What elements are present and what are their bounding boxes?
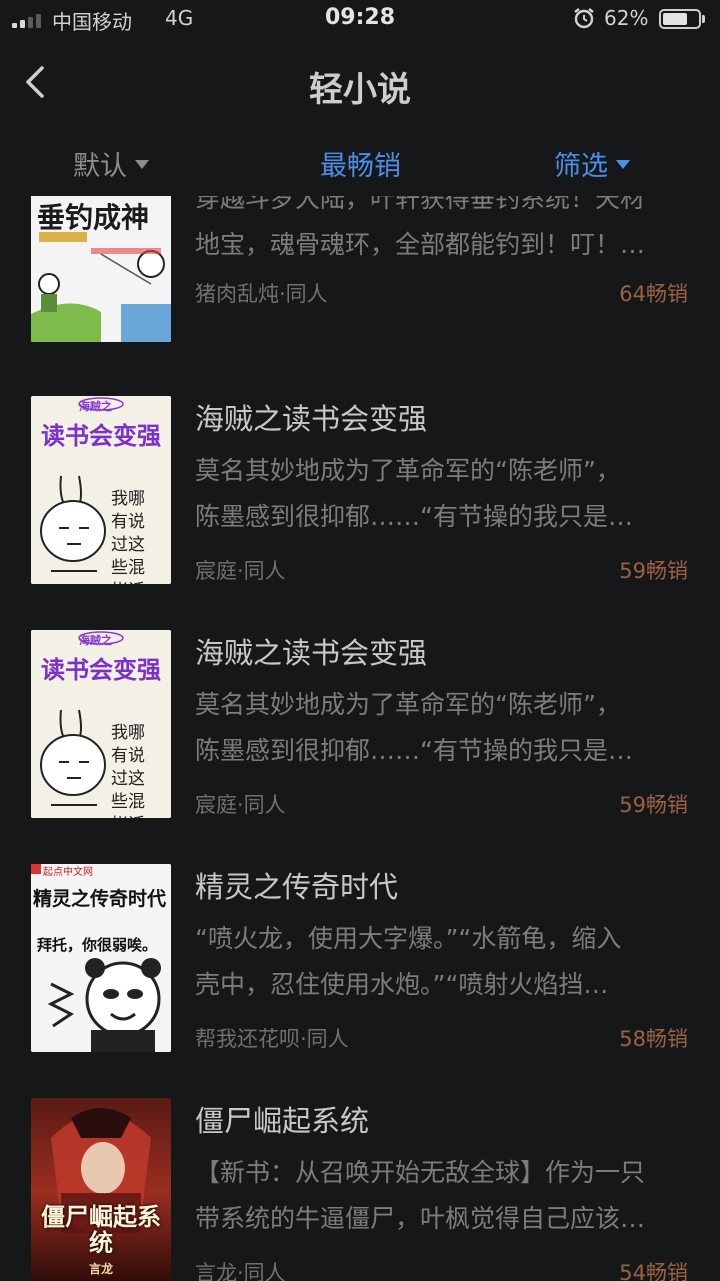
cover-title: 精灵之传奇时代 [33, 888, 167, 910]
dropdown-triangle-icon [135, 160, 149, 169]
book-author: 宸庭·同人 [195, 559, 286, 583]
book-author: 宸庭·同人 [195, 793, 286, 817]
battery-tip [702, 15, 705, 23]
page-title: 轻小说 [309, 70, 411, 110]
cover-title: 垂钓成神 [37, 201, 150, 234]
book-title: 海贼之读书会变强 [195, 636, 428, 670]
book-list-item[interactable]: 起点中文网 精灵之传奇时代 拜托，你很弱唉。 精灵之传奇时代 “喷火龙，使用大字… [0, 864, 720, 1098]
cover-badge: 海贼之 [79, 634, 112, 647]
book-sales: 59畅销 [619, 559, 688, 583]
status-bar: 中国移动 4G 09:28 62% [0, 0, 720, 40]
description-line: 莫名其妙地成为了革命军的“陈老师”， [195, 690, 621, 719]
description-line: “喷火龙，使用大字爆。”“水箭龟，缩入 [195, 924, 622, 953]
cover-text: 我哪有说过这些混帐话 [111, 489, 145, 584]
book-list-item[interactable]: 僵尸崛起系统 言龙 僵尸崛起系统 【新书：从召唤开始无敌全球】作为一只 带系统的… [0, 1098, 720, 1281]
book-cover: 起点中文网 精灵之传奇时代 拜托，你很弱唉。 [31, 864, 171, 1052]
sort-bestseller-label: 最畅销 [320, 151, 401, 182]
dropdown-triangle-icon [616, 160, 630, 169]
description-line: 莫名其妙地成为了革命军的“陈老师”， [195, 456, 621, 485]
description-line: 陈墨感到很抑郁……“有节操的我只是… [195, 736, 633, 765]
cover-author: 言龙 [89, 1262, 114, 1276]
cover-title: 读书会变强 [41, 421, 161, 450]
cover-text: 我哪有说过这些混帐话 [111, 723, 145, 818]
cover-text: 拜托，你很弱唉。 [37, 936, 158, 954]
book-description: 【新书：从召唤开始无敌全球】作为一只 带系统的牛逼僵尸，叶枫觉得自己应该… [195, 1150, 690, 1242]
book-cover: 垂钓成神 [31, 196, 171, 342]
book-list-item[interactable]: 海贼之 读书会变强 我哪有说过这些混帐话 海贼之读书会变强 莫名其妙地成为了革命… [0, 396, 720, 630]
cover-title: 僵尸崛起系统 [41, 1202, 161, 1257]
book-list-item[interactable]: 垂钓成神 穿越斗罗大陆，叶轩获得垂钓系统！天材 地宝，魂骨魂环，全部都能钓到！叮… [0, 196, 720, 388]
description-line: 【新书：从召唤开始无敌全球】作为一只 [195, 1158, 646, 1187]
book-author: 帮我还花呗·同人 [195, 1027, 349, 1051]
book-sales: 58畅销 [619, 1027, 688, 1051]
filter-label: 筛选 [554, 151, 608, 182]
book-list-item[interactable]: 海贼之 读书会变强 我哪有说过这些混帐话 海贼之读书会变强 莫名其妙地成为了革命… [0, 630, 720, 864]
filter-dropdown[interactable]: 筛选 [554, 144, 630, 183]
sort-default-dropdown[interactable]: 默认 [73, 144, 149, 183]
book-author: 言龙·同人 [195, 1261, 286, 1281]
cover-publisher: 起点中文网 [43, 867, 93, 878]
book-cover: 海贼之 读书会变强 我哪有说过这些混帐话 [31, 396, 171, 584]
book-sales: 64畅销 [619, 282, 688, 306]
cover-title: 读书会变强 [41, 655, 161, 684]
description-line: 带系统的牛逼僵尸，叶枫觉得自己应该… [195, 1204, 646, 1233]
alarm-icon [574, 8, 594, 29]
book-description: 莫名其妙地成为了革命军的“陈老师”， 陈墨感到很抑郁……“有节操的我只是… [195, 448, 690, 540]
description-line: 陈墨感到很抑郁……“有节操的我只是… [195, 502, 633, 531]
book-title: 僵尸崛起系统 [195, 1104, 370, 1138]
sort-filter-bar: 默认 最畅销 筛选 [0, 128, 720, 196]
book-sales: 54畅销 [619, 1261, 688, 1281]
battery-icon [659, 9, 701, 29]
book-sales: 59畅销 [619, 793, 688, 817]
book-title: 海贼之读书会变强 [195, 402, 428, 436]
book-description: “喷火龙，使用大字爆。”“水箭龟，缩入 壳中，忍住使用水炮。”“喷射火焰挡… [195, 916, 690, 1008]
cover-badge: 海贼之 [79, 400, 112, 413]
book-description: 穿越斗罗大陆，叶轩获得垂钓系统！天材 地宝，魂骨魂环，全部都能钓到！叮！… [195, 196, 690, 268]
book-list: 垂钓成神 穿越斗罗大陆，叶轩获得垂钓系统！天材 地宝，魂骨魂环，全部都能钓到！叮… [0, 196, 720, 1281]
nav-bar: 轻小说 [0, 40, 720, 128]
book-author: 猪肉乱炖·同人 [195, 282, 328, 306]
description-line: 地宝，魂骨魂环，全部都能钓到！叮！… [195, 230, 646, 259]
book-cover: 海贼之 读书会变强 我哪有说过这些混帐话 [31, 630, 171, 818]
battery-percent: 62% [604, 6, 649, 30]
book-title: 精灵之传奇时代 [195, 870, 399, 904]
description-line: 穿越斗罗大陆，叶轩获得垂钓系统！天材 [195, 196, 646, 213]
sort-bestseller-tab[interactable]: 最畅销 [320, 144, 401, 183]
sort-default-label: 默认 [73, 151, 127, 182]
book-cover: 僵尸崛起系统 言龙 [31, 1098, 171, 1281]
description-line: 壳中，忍住使用水炮。”“喷射火焰挡… [195, 970, 609, 999]
book-description: 莫名其妙地成为了革命军的“陈老师”， 陈墨感到很抑郁……“有节操的我只是… [195, 682, 690, 774]
